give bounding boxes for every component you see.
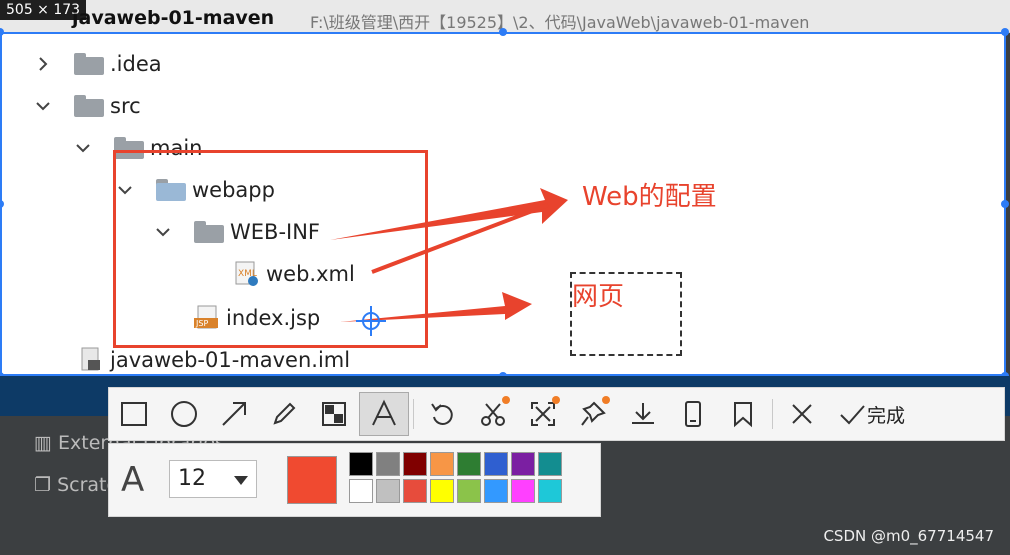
rectangle-icon [121,402,147,426]
bookmark-icon [734,402,752,428]
text-tool-button[interactable] [359,392,409,436]
new-feature-dot [602,396,610,404]
color-swatch[interactable] [349,452,373,476]
color-swatch[interactable] [511,452,535,476]
ellipse-tool-button[interactable] [159,392,209,436]
resize-handle[interactable] [1001,28,1009,36]
color-swatch[interactable] [511,479,535,503]
color-swatch[interactable] [403,479,427,503]
ellipse-icon [171,401,197,427]
arrow-tool-button[interactable] [209,392,259,436]
download-button[interactable] [618,392,668,436]
undo-button[interactable] [418,392,468,436]
text-annotation-box[interactable]: 网页 [570,272,682,356]
resize-handle[interactable] [499,28,507,36]
color-swatch[interactable] [376,479,400,503]
close-icon [792,404,812,424]
checkmark-icon [840,405,865,425]
pin-button[interactable] [568,392,618,436]
rectangle-tool-button[interactable] [109,392,159,436]
toolbar-divider [413,399,414,429]
scratch-icon: ❐ [34,474,58,496]
color-palette [349,452,562,503]
current-color-swatch[interactable] [287,456,337,504]
color-swatch[interactable] [376,452,400,476]
long-screenshot-button[interactable] [518,392,568,436]
color-swatch[interactable] [457,479,481,503]
new-feature-dot [502,396,510,404]
arrow-to-webpage[interactable] [340,292,532,322]
phone-send-button[interactable] [668,392,718,436]
undo-icon [431,403,453,425]
done-button[interactable]: 完成 [827,399,915,429]
font-size-dropdown[interactable]: 12 [169,460,257,498]
color-swatch[interactable] [538,452,562,476]
annotation-web-config[interactable]: Web的配置 [582,176,717,213]
pen-tool-button[interactable] [259,392,309,436]
phone-icon [685,401,701,427]
color-swatch[interactable] [349,479,373,503]
color-swatch[interactable] [430,452,454,476]
text-a-icon [372,399,396,426]
resize-handle[interactable] [1001,200,1009,208]
color-swatch[interactable] [538,479,562,503]
font-size-value: 12 [178,466,206,491]
screenshot-toolbar: 完成 [108,387,1005,441]
annotation-webpage[interactable]: 网页 [572,276,624,313]
toolbar-divider [772,399,773,429]
pencil-icon [273,402,296,425]
color-swatch[interactable] [430,479,454,503]
crop-tool-button[interactable] [468,392,518,436]
bookmark-button[interactable] [718,392,768,436]
mosaic-icon [322,402,346,426]
arrow-icon [222,402,246,426]
chevron-down-icon [234,476,248,485]
watermark: CSDN @m0_67714547 [823,527,994,545]
font-icon: A [121,460,145,500]
color-swatch[interactable] [403,452,427,476]
download-icon [632,403,654,424]
color-swatch[interactable] [484,452,508,476]
new-feature-dot [552,396,560,404]
crosshair-cursor-icon [356,306,386,336]
done-label: 完成 [867,404,906,427]
text-style-panel: A 12 [108,443,601,517]
cancel-button[interactable] [777,392,827,436]
arrow-to-web-config[interactable] [330,188,568,274]
color-swatch[interactable] [484,479,508,503]
color-swatch[interactable] [457,452,481,476]
mosaic-tool-button[interactable] [309,392,359,436]
library-icon: ▥ [34,432,58,454]
